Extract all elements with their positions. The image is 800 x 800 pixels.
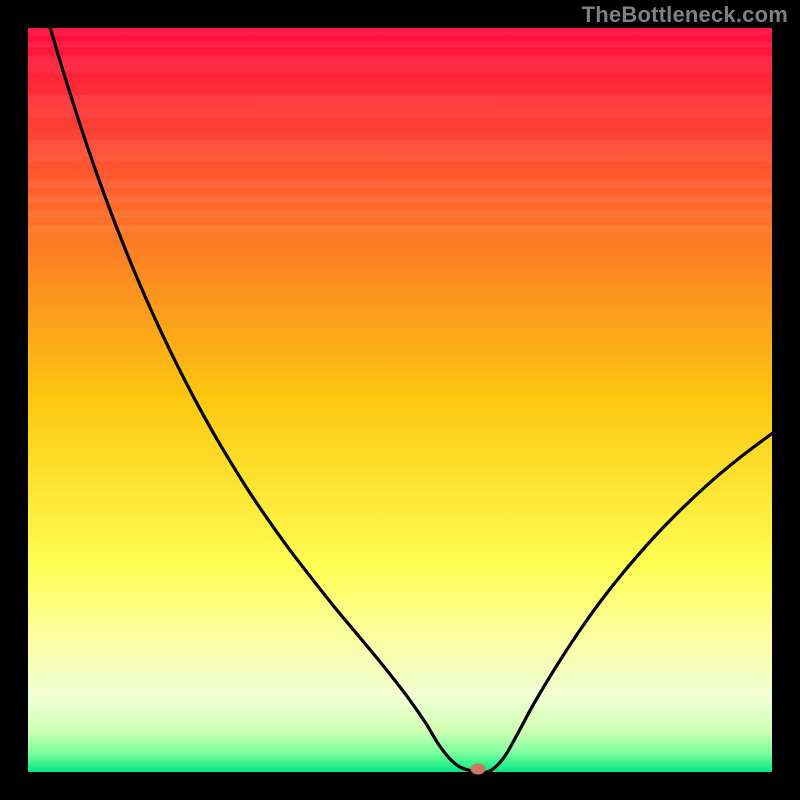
watermark-text: TheBottleneck.com [582, 2, 788, 28]
chart-frame: TheBottleneck.com [0, 0, 800, 800]
optimum-marker [471, 764, 486, 775]
background-bands [28, 28, 772, 233]
chart-svg [28, 28, 772, 772]
plot-area [28, 28, 772, 772]
